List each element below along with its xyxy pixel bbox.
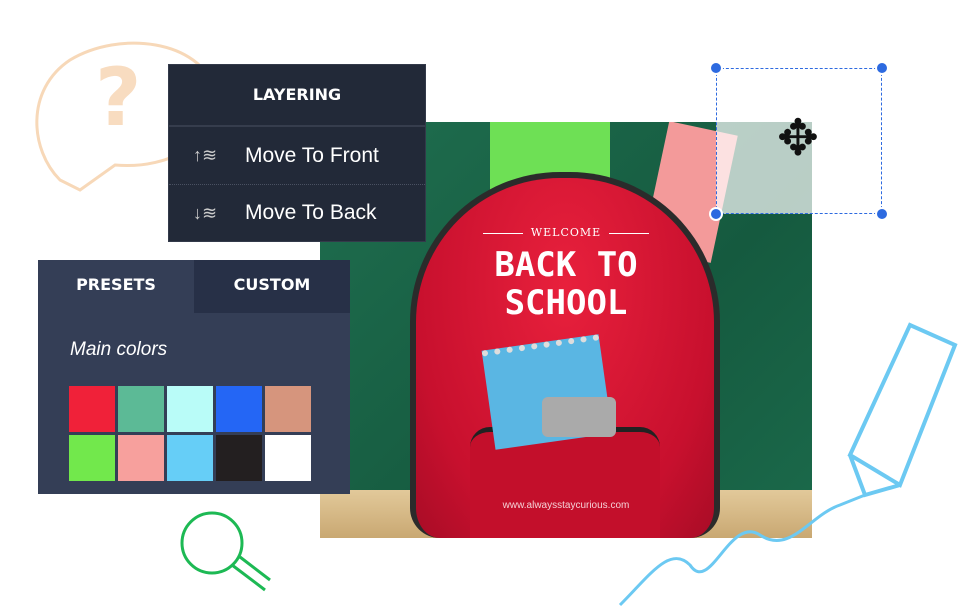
color-swatch[interactable]	[265, 435, 311, 481]
resize-handle-bl[interactable]	[709, 207, 723, 221]
move-to-front-label: Move To Front	[245, 143, 379, 167]
swatch-grid	[69, 386, 311, 481]
color-swatch[interactable]	[69, 386, 115, 432]
move-to-front-button[interactable]: ↑≋ Move To Front	[169, 127, 425, 184]
calculator	[542, 397, 616, 437]
layering-title: LAYERING	[169, 65, 425, 127]
move-icon[interactable]: ✥	[777, 109, 819, 167]
poster-welcome[interactable]: WELCOME	[470, 226, 662, 239]
pencil-scribble-icon	[618, 322, 958, 607]
lightbulb-icon	[180, 511, 271, 592]
color-swatch[interactable]	[69, 435, 115, 481]
poster-title[interactable]: BACK TO SCHOOL	[470, 246, 662, 322]
resize-handle-tl[interactable]	[709, 61, 723, 75]
tab-presets[interactable]: PRESETS	[38, 260, 194, 313]
selection-box[interactable]: ✥	[709, 61, 889, 221]
color-swatch[interactable]	[118, 386, 164, 432]
arrow-up-layers-icon: ↑≋	[193, 145, 218, 165]
resize-handle-tr[interactable]	[875, 61, 889, 75]
resize-handle-br[interactable]	[875, 207, 889, 221]
tab-custom[interactable]: CUSTOM	[194, 260, 350, 313]
svg-text:?: ?	[95, 51, 141, 144]
color-swatch[interactable]	[265, 386, 311, 432]
layering-menu: LAYERING ↑≋ Move To Front ↓≋ Move To Back	[168, 64, 426, 242]
move-to-back-label: Move To Back	[245, 201, 377, 224]
color-swatch[interactable]	[167, 435, 213, 481]
color-swatch[interactable]	[118, 435, 164, 481]
move-to-back-button[interactable]: ↓≋ Move To Back	[169, 184, 425, 241]
arrow-down-layers-icon: ↓≋	[193, 202, 218, 223]
color-panel: PRESETS CUSTOM Main colors	[38, 260, 350, 494]
color-swatch[interactable]	[216, 435, 262, 481]
color-swatch[interactable]	[167, 386, 213, 432]
color-swatch[interactable]	[216, 386, 262, 432]
main-colors-label: Main colors	[70, 339, 168, 360]
